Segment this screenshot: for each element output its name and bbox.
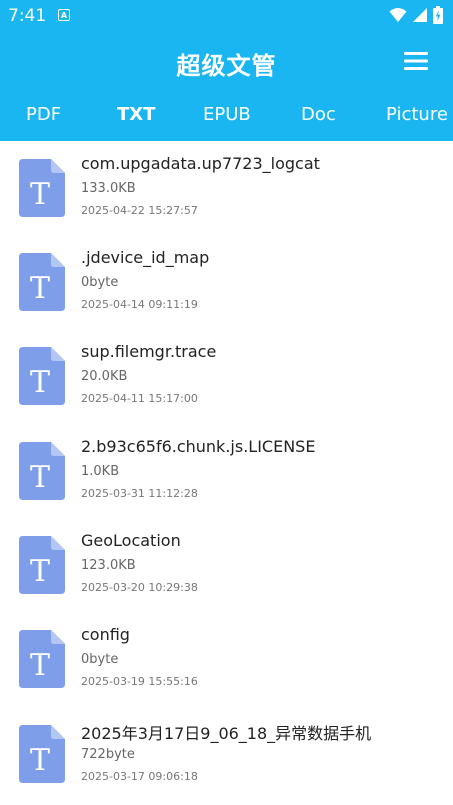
file-letter: T [30,365,50,400]
txt-file-icon: T [19,536,65,594]
status-time: 7:41 [8,6,47,26]
file-name: com.upgadata.up7723_logcat [81,154,320,173]
file-name: sup.filemgr.trace [81,342,217,361]
txt-file-icon: T [19,630,65,688]
file-name: 2025年3月17日9_06_18_异常数据手机 [81,724,372,743]
hamburger-menu-icon [404,52,428,70]
file-letter: T [30,460,50,495]
file-date: 2025-03-20 10:29:38 [81,581,198,594]
file-row[interactable]: T .jdevice_id_map 0byte 2025-04-14 09:11… [0,235,453,329]
file-name: 2.b93c65f6.chunk.js.LICENSE [81,437,316,456]
file-size: 0byte [81,652,119,667]
file-size: 722byte [81,747,135,762]
file-letter: T [30,743,50,778]
txt-file-icon: T [19,725,65,783]
notification-icon: A [58,9,70,21]
file-name: .jdevice_id_map [81,248,210,267]
tab-txt[interactable]: TXT [117,104,155,125]
txt-file-icon: T [19,442,65,500]
file-letter: T [30,648,50,683]
file-size: 0byte [81,275,119,290]
file-date: 2025-03-19 15:55:16 [81,675,198,688]
txt-file-icon: T [19,347,65,405]
app-header: 7:41 A 超级文管 PDF TXT EPUB Doc Picture [0,0,453,141]
status-bar: 7:41 A [0,0,453,32]
file-date: 2025-04-14 09:11:19 [81,298,198,311]
file-size: 133.0KB [81,181,136,196]
battery-icon [433,6,443,24]
status-icons [389,6,443,24]
file-size: 1.0KB [81,464,120,479]
file-name: GeoLocation [81,531,181,550]
file-date: 2025-03-17 09:06:18 [81,770,198,783]
tab-pdf[interactable]: PDF [26,104,61,125]
tab-doc[interactable]: Doc [301,104,336,125]
file-row[interactable]: T sup.filemgr.trace 20.0KB 2025-04-11 15… [0,329,453,423]
file-date: 2025-04-11 15:17:00 [81,392,198,405]
title-bar: 超级文管 [0,32,453,92]
tab-picture[interactable]: Picture [386,104,448,125]
app-title: 超级文管 [176,52,277,80]
cell-signal-icon [413,8,427,22]
file-row[interactable]: T com.upgadata.up7723_logcat 133.0KB 202… [0,141,453,235]
file-name: config [81,625,130,644]
file-date: 2025-03-31 11:12:28 [81,487,198,500]
file-row[interactable]: T config 0byte 2025-03-19 15:55:16 [0,612,453,706]
wifi-icon [389,8,407,22]
file-type-tabs: PDF TXT EPUB Doc Picture [0,96,453,136]
file-row[interactable]: T GeoLocation 123.0KB 2025-03-20 10:29:3… [0,518,453,612]
txt-file-icon: T [19,253,65,311]
txt-file-icon: T [19,159,65,217]
file-size: 20.0KB [81,369,128,384]
file-size: 123.0KB [81,558,136,573]
tab-epub[interactable]: EPUB [203,104,251,125]
file-letter: T [30,271,50,306]
file-row[interactable]: T 2025年3月17日9_06_18_异常数据手机 722byte 2025-… [0,707,453,801]
file-row[interactable]: T 2.b93c65f6.chunk.js.LICENSE 1.0KB 2025… [0,424,453,518]
file-letter: T [30,554,50,589]
menu-button[interactable] [403,50,429,72]
file-letter: T [30,177,50,212]
file-date: 2025-04-22 15:27:57 [81,204,198,217]
